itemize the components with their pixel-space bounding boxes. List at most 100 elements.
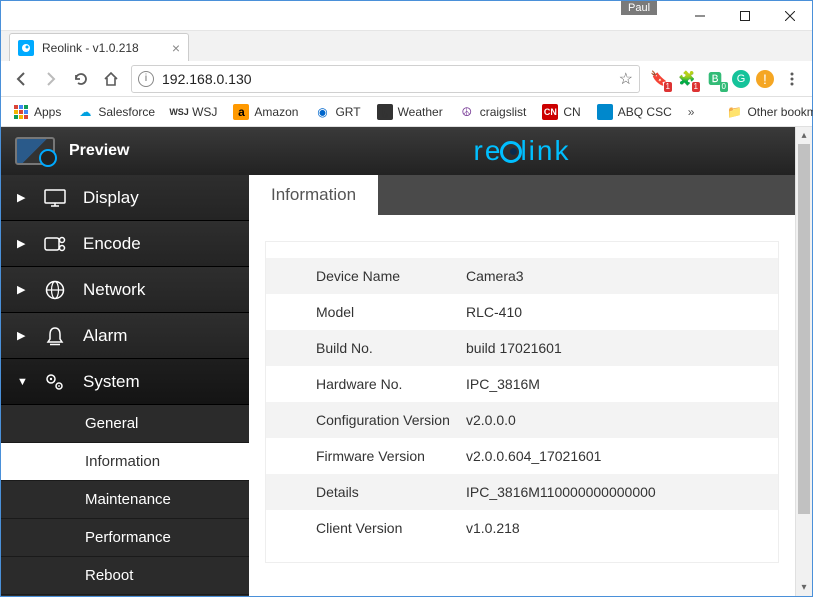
forward-button[interactable] [37,65,65,93]
extension-badge: 1 [664,82,672,92]
sidebar-subitem-information[interactable]: Information [1,443,249,481]
tab-close-button[interactable]: × [172,40,180,56]
cloud-icon: ☁ [77,104,93,120]
sidebar-subitem-general[interactable]: General [1,405,249,443]
chevron-right-icon: ▶ [17,329,27,342]
content-tab-information[interactable]: Information [249,175,378,215]
window-close-button[interactable] [767,1,812,30]
vertical-scrollbar[interactable]: ▴ ▾ [795,127,812,596]
sidebar-label: Encode [83,234,141,254]
info-row-config-version: Configuration Versionv2.0.0.0 [266,402,778,438]
chevron-right-icon: ▶ [17,237,27,250]
bookmark-label: craigslist [480,105,527,119]
content-tab-bar [378,175,795,215]
sidebar-item-display[interactable]: ▶ Display [1,175,249,221]
info-row-client-version: Client Versionv1.0.218 [266,510,778,546]
sidebar-item-alarm[interactable]: ▶ Alarm [1,313,249,359]
bookmark-label: CN [563,105,580,119]
window-minimize-button[interactable] [677,1,722,30]
chevron-right-icon: ▶ [17,283,27,296]
reload-button[interactable] [67,65,95,93]
scroll-down-icon[interactable]: ▾ [796,579,812,596]
info-value: IPC_3816M110000000000000 [466,484,778,500]
info-row-hardware-no: Hardware No.IPC_3816M [266,366,778,402]
chevron-right-icon: ▶ [17,191,27,204]
new-tab-button[interactable] [197,39,217,57]
bookmark-label: Salesforce [98,105,155,119]
bookmark-amazon[interactable]: aAmazon [227,101,304,123]
sidebar-label: Network [83,280,145,300]
info-label: Build No. [266,340,466,356]
scroll-up-icon[interactable]: ▴ [796,127,812,144]
bookmarks-bar: Apps ☁ Salesforce WSJWSJ aAmazon ◉ GRT 🌡We… [1,97,812,127]
amazon-icon: a [233,104,249,120]
preview-icon [15,137,55,165]
browser-tab-active[interactable]: Reolink - v1.0.218 × [9,33,189,61]
browser-tabstrip: Reolink - v1.0.218 × [1,31,812,61]
bell-icon [43,326,67,346]
extension-icon-3[interactable]: 🅱0 [704,68,726,90]
sidebar-label: System [83,372,140,392]
sidebar-item-system[interactable]: ▼ System [1,359,249,405]
bookmark-craigslist[interactable]: ☮craigslist [453,101,533,123]
bookmark-label: GRT [335,105,360,119]
extension-icon-2[interactable]: 🧩1 [676,68,698,90]
back-button[interactable] [7,65,35,93]
sidebar-subitem-reboot[interactable]: Reboot [1,557,249,595]
preview-button[interactable]: Preview [1,137,249,165]
info-row-firmware-version: Firmware Versionv2.0.0.604_17021601 [266,438,778,474]
home-button[interactable] [97,65,125,93]
bookmarks-overflow-button[interactable]: » [682,105,701,119]
extension-badge: 0 [720,82,728,92]
info-value: RLC-410 [466,304,778,320]
extension-icon-1[interactable]: 🔖1 [648,68,670,90]
preview-label: Preview [69,142,129,160]
bookmark-star-icon[interactable]: ☆ [619,69,633,89]
info-label: Device Name [266,268,466,284]
info-value: build 17021601 [466,340,778,356]
weather-icon: 🌡 [377,104,393,120]
bookmark-wsj[interactable]: WSJWSJ [165,101,223,123]
cn-icon: CN [542,104,558,120]
bookmark-salesforce[interactable]: ☁ Salesforce [71,101,161,123]
camera-icon [43,236,67,252]
bookmark-weather[interactable]: 🌡Weather [371,101,449,123]
bookmark-cn[interactable]: CN CN [536,101,586,123]
grt-icon: ◉ [314,104,330,120]
sidebar-subitem-maintenance[interactable]: Maintenance [1,481,249,519]
url-text: 192.168.0.130 [162,71,619,87]
address-bar[interactable]: i 192.168.0.130 ☆ [131,65,640,93]
bookmark-abq[interactable]: ABQ CSC [591,101,678,123]
sidebar-label: Display [83,188,139,208]
extension-icon-grammarly[interactable]: G [732,70,750,88]
info-label: Firmware Version [266,448,466,464]
bookmark-grt[interactable]: ◉ GRT [308,101,366,123]
sidebar-subitem-performance[interactable]: Performance [1,519,249,557]
extension-icon-warning[interactable]: ! [756,70,774,88]
info-label: Hardware No. [266,376,466,392]
info-row-model: ModelRLC-410 [266,294,778,330]
bookmark-label: Other bookmarks [747,105,813,119]
page-content: Preview relink ▶ Display ▶ Encode ▶ Netw… [1,127,812,596]
window-maximize-button[interactable] [722,1,767,30]
bookmark-label: ABQ CSC [618,105,672,119]
extension-badge: 1 [692,82,700,92]
main-panel: Information Device NameCamera3 ModelRLC-… [249,175,795,596]
info-value: v1.0.218 [466,520,778,536]
brand-logo: relink [249,135,795,167]
info-label: Client Version [266,520,466,536]
window-titlebar [1,1,812,31]
content-tab-header: Information [249,175,795,215]
folder-icon: 📁 [726,104,742,120]
other-bookmarks-button[interactable]: 📁 Other bookmarks [720,101,813,123]
sidebar-item-network[interactable]: ▶ Network [1,267,249,313]
scrollbar-thumb[interactable] [798,144,810,514]
site-info-icon[interactable]: i [138,71,154,87]
bookmark-apps[interactable]: Apps [7,101,67,123]
info-label: Configuration Version [266,412,466,428]
bookmark-label: WSJ [192,105,217,119]
sidebar-item-encode[interactable]: ▶ Encode [1,221,249,267]
window-user-tag: Paul [621,1,657,15]
sidebar-item-user[interactable]: ▶ User [1,595,249,596]
browser-menu-button[interactable] [778,65,806,93]
